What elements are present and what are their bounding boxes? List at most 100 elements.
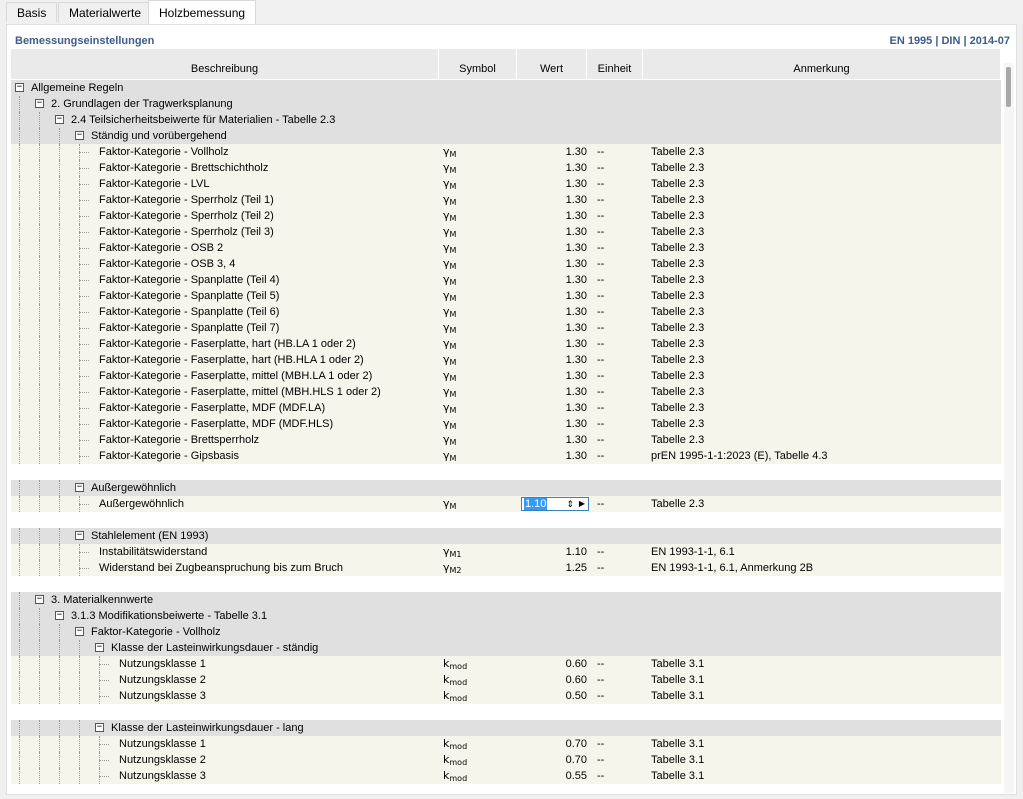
row-value[interactable]: 1.30 [521, 144, 587, 160]
row-value[interactable]: 1.30 [521, 416, 587, 432]
table-row[interactable]: Nutzungsklasse 2 kmod 0.70 -- Tabelle 3.1 [11, 752, 1001, 768]
row-value[interactable]: 1.30 [521, 384, 587, 400]
table-row[interactable]: Faktor-Kategorie - Sperrholz (Teil 2) γM 1… [11, 208, 1001, 224]
spinner-icon[interactable]: ⇕ [566, 498, 574, 510]
tree-group-row[interactable]: − Klasse der Lasteinwirkungsdauer - lang [11, 720, 1001, 736]
collapse-icon[interactable]: − [75, 483, 84, 492]
row-value[interactable]: 1.30 [521, 256, 587, 272]
table-row[interactable]: Faktor-Kategorie - Faserplatte, mittel (… [11, 368, 1001, 384]
row-note: Tabelle 2.3 [651, 418, 705, 430]
table-row[interactable]: Faktor-Kategorie - OSB 2 γM 1.30 -- Tabelle … [11, 240, 1001, 256]
row-value[interactable]: 1.30 [521, 224, 587, 240]
tree-group-row[interactable]: − Außergewöhnlich [11, 480, 1001, 496]
table-row[interactable]: Faktor-Kategorie - Faserplatte, MDF (MDF… [11, 400, 1001, 416]
tree-group-row[interactable]: − Faktor-Kategorie - Vollholz [11, 624, 1001, 640]
tree-group-row[interactable]: − Ständig und vorübergehend [11, 128, 1001, 144]
row-value[interactable]: 1.30 [521, 432, 587, 448]
table-row[interactable]: Faktor-Kategorie - Brettsperrholz γM 1.30-… [11, 432, 1001, 448]
table-row[interactable]: Nutzungsklasse 3 kmod 0.55 -- Tabelle 3.1 [11, 768, 1001, 784]
row-value[interactable]: 1.30 [521, 304, 587, 320]
row-value[interactable]: 0.50 [521, 688, 587, 704]
table-row[interactable]: Faktor-Kategorie - LVL γM 1.30 -- Tabelle 2.… [11, 176, 1001, 192]
tree-group-row[interactable]: −2.4 Teilsicherheitsbeiwerte für Materia… [11, 112, 1001, 128]
row-value[interactable]: 1.25 [521, 560, 587, 576]
table-row[interactable]: Nutzungsklasse 2 kmod 0.60 -- Tabelle 3.1 [11, 672, 1001, 688]
table-row[interactable]: Faktor-Kategorie - Spanplatte (Teil 6) γM… [11, 304, 1001, 320]
column-header-value[interactable]: Wert [517, 59, 587, 79]
row-value[interactable]: 0.60 [521, 656, 587, 672]
row-description: Faktor-Kategorie - Faserplatte, mittel (… [99, 370, 373, 382]
column-header-description[interactable]: Beschreibung [11, 59, 439, 79]
table-row[interactable]: Faktor-Kategorie - Vollholz γM 1.30 -- Tabel… [11, 144, 1001, 160]
table-row[interactable]: Faktor-Kategorie - Faserplatte, mittel (… [11, 384, 1001, 400]
row-value[interactable]: 1.30 [521, 192, 587, 208]
tab-materialwerte[interactable]: Materialwerte [58, 2, 153, 22]
tree-guide-line [39, 480, 40, 496]
collapse-icon[interactable]: − [35, 595, 44, 604]
table-row[interactable]: Faktor-Kategorie - Spanplatte (Teil 5) γM… [11, 288, 1001, 304]
tab-holzbemessung[interactable]: Holzbemessung [148, 0, 257, 24]
row-value[interactable]: 0.60 [521, 672, 587, 688]
row-value[interactable]: 1.10 [521, 544, 587, 560]
table-row[interactable]: Instabilitätswiderstand γM1 1.10 -- EN 1993-… [11, 544, 1001, 560]
row-symbol: γM2 [443, 561, 462, 575]
collapse-icon[interactable]: − [55, 115, 64, 124]
tree-group-row[interactable]: −3. Materialkennwerte [11, 592, 1001, 608]
row-value[interactable]: 1.30 [521, 288, 587, 304]
row-value[interactable]: 1.30 [521, 240, 587, 256]
row-value[interactable]: 1.30 [521, 272, 587, 288]
tree-group-row[interactable]: − Allgemeine Regeln [11, 80, 1001, 96]
vertical-scrollbar[interactable] [1004, 63, 1014, 793]
scrollbar-thumb[interactable] [1006, 67, 1011, 107]
row-value[interactable]: 1.30 [521, 176, 587, 192]
table-row[interactable]: Faktor-Kategorie - Sperrholz (Teil 1) γM 1… [11, 192, 1001, 208]
arrow-right-icon[interactable]: ▶ [579, 498, 585, 510]
tree-group-row[interactable]: −3.1.3 Modifikationsbeiwerte - Tabelle 3… [11, 608, 1001, 624]
table-row[interactable]: Nutzungsklasse 1 kmod 0.60 -- Tabelle 3.1 [11, 656, 1001, 672]
table-row[interactable]: Faktor-Kategorie - OSB 3, 4 γM 1.30 -- Tabel… [11, 256, 1001, 272]
row-value[interactable]: 1.30 [521, 336, 587, 352]
row-value[interactable]: 1.30 [521, 368, 587, 384]
collapse-icon[interactable]: − [75, 131, 84, 140]
collapse-icon[interactable]: − [75, 531, 84, 540]
collapse-icon[interactable]: − [95, 643, 104, 652]
table-row[interactable]: Faktor-Kategorie - Spanplatte (Teil 4) γM… [11, 272, 1001, 288]
panel-title: Bemessungseinstellungen [15, 35, 155, 47]
table-row[interactable]: Faktor-Kategorie - Faserplatte, hart (HB… [11, 336, 1001, 352]
value-selection[interactable]: 1.10 [524, 498, 548, 510]
table-row[interactable]: Außergewöhnlich γM 1.10 ⇕ ▶ -- Tabelle 2.3 [11, 496, 1001, 512]
column-header-symbol[interactable]: Symbol [439, 59, 517, 79]
table-row[interactable]: Faktor-Kategorie - Faserplatte, hart (HB… [11, 352, 1001, 368]
tree-group-row[interactable]: − Stahlelement (EN 1993) [11, 528, 1001, 544]
table-row[interactable]: Faktor-Kategorie - Faserplatte, MDF (MDF… [11, 416, 1001, 432]
row-value[interactable]: 0.70 [521, 736, 587, 752]
tree-group-row[interactable]: −2. Grundlagen der Tragwerksplanung [11, 96, 1001, 112]
collapse-icon[interactable]: − [15, 83, 24, 92]
tree-group-row[interactable]: − Klasse der Lasteinwirkungsdauer - ständ… [11, 640, 1001, 656]
row-value[interactable]: 0.55 [521, 768, 587, 784]
table-row[interactable]: Nutzungsklasse 3 kmod 0.50 -- Tabelle 3.1 [11, 688, 1001, 704]
table-row[interactable]: Nutzungsklasse 1 kmod 0.70 -- Tabelle 3.1 [11, 736, 1001, 752]
row-symbol: γM [443, 417, 457, 431]
table-row[interactable]: Faktor-Kategorie - Sperrholz (Teil 3) γM 1… [11, 224, 1001, 240]
row-value[interactable]: 1.30 [521, 400, 587, 416]
table-row[interactable]: Faktor-Kategorie - Spanplatte (Teil 7) γM… [11, 320, 1001, 336]
row-value[interactable]: 1.30 [521, 160, 587, 176]
column-header-note[interactable]: Anmerkung [643, 59, 1001, 79]
tab-basis[interactable]: Basis [6, 2, 58, 22]
collapse-icon[interactable]: − [55, 611, 64, 620]
row-value[interactable]: 1.30 [521, 320, 587, 336]
row-value[interactable]: 1.30 [521, 208, 587, 224]
table-row[interactable]: Faktor-Kategorie - Brettschichtholz γM 1.3… [11, 160, 1001, 176]
row-value[interactable]: 1.30 [521, 352, 587, 368]
collapse-icon[interactable]: − [75, 627, 84, 636]
tree-guide-line [39, 400, 40, 416]
collapse-icon[interactable]: − [35, 99, 44, 108]
row-value[interactable]: 0.70 [521, 752, 587, 768]
value-spin-input[interactable]: 1.10 ⇕ ▶ [521, 497, 589, 511]
collapse-icon[interactable]: − [95, 723, 104, 732]
column-header-unit[interactable]: Einheit [587, 59, 643, 79]
table-row[interactable]: Widerstand bei Zugbeanspruchung bis zum … [11, 560, 1001, 576]
row-value[interactable]: 1.30 [521, 448, 587, 464]
table-row[interactable]: Faktor-Kategorie - Gipsbasis γM 1.30 -- prEN… [11, 448, 1001, 464]
